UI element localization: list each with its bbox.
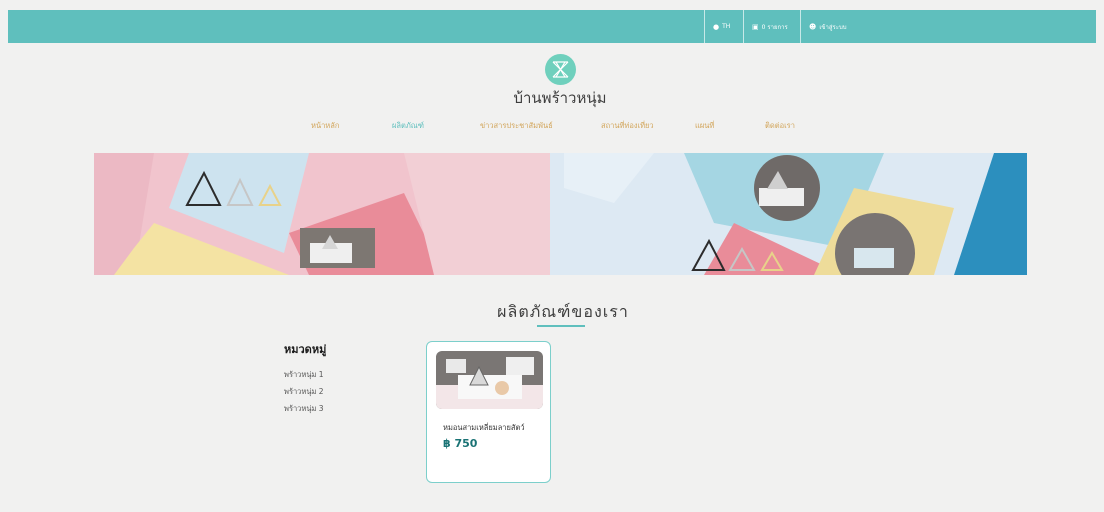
title-underline — [537, 325, 585, 327]
product-image[interactable] — [436, 351, 543, 409]
category-item[interactable]: พร้าวหนุ่ม 3 — [284, 403, 324, 415]
category-heading: หมวดหมู่ — [284, 343, 327, 356]
section-title: ผลิตภัณฑ์ของเรา — [497, 302, 629, 321]
logo-icon[interactable] — [545, 54, 576, 85]
cart-link[interactable]: ▣ 0 รายการ — [743, 10, 800, 43]
account-label: เข้าสู่ระบบ — [819, 23, 847, 31]
nav-news[interactable]: ข่าวสารประชาสัมพันธ์ — [480, 120, 553, 132]
cart-icon: ▣ — [752, 22, 759, 31]
banner-image — [94, 153, 1027, 275]
language-selector[interactable]: ● TH — [704, 10, 743, 43]
account-link[interactable]: ☻ เข้าสู่ระบบ — [800, 10, 869, 43]
product-card[interactable]: หมอนสามเหลี่ยมลายสัตว์ ฿ 750 — [426, 341, 551, 483]
user-icon: ☻ — [809, 22, 817, 31]
nav-contact[interactable]: ติดต่อเรา — [765, 120, 795, 132]
nav-map[interactable]: แผนที่ — [695, 120, 714, 132]
nav-home[interactable]: หน้าหลัก — [311, 120, 339, 132]
cart-label: 0 รายการ — [761, 23, 788, 31]
top-bar: ● TH ▣ 0 รายการ ☻ เข้าสู่ระบบ — [8, 10, 1096, 43]
hero-banner — [94, 153, 1027, 275]
product-name[interactable]: หมอนสามเหลี่ยมลายสัตว์ — [443, 422, 525, 434]
globe-icon: ● — [713, 22, 720, 31]
category-item[interactable]: พร้าวหนุ่ม 1 — [284, 369, 324, 381]
product-price: ฿ 750 — [443, 437, 478, 450]
category-item[interactable]: พร้าวหนุ่ม 2 — [284, 386, 324, 398]
site-title[interactable]: บ้านพร้าวหนุ่ม — [480, 86, 640, 110]
nav-products[interactable]: ผลิตภัณฑ์ — [392, 120, 424, 132]
main-nav: หน้าหลัก ผลิตภัณฑ์ ข่าวสารประชาสัมพันธ์ … — [0, 120, 1104, 134]
language-label: TH — [722, 23, 731, 30]
nav-attractions[interactable]: สถานที่ท่องเที่ยว — [601, 120, 654, 132]
